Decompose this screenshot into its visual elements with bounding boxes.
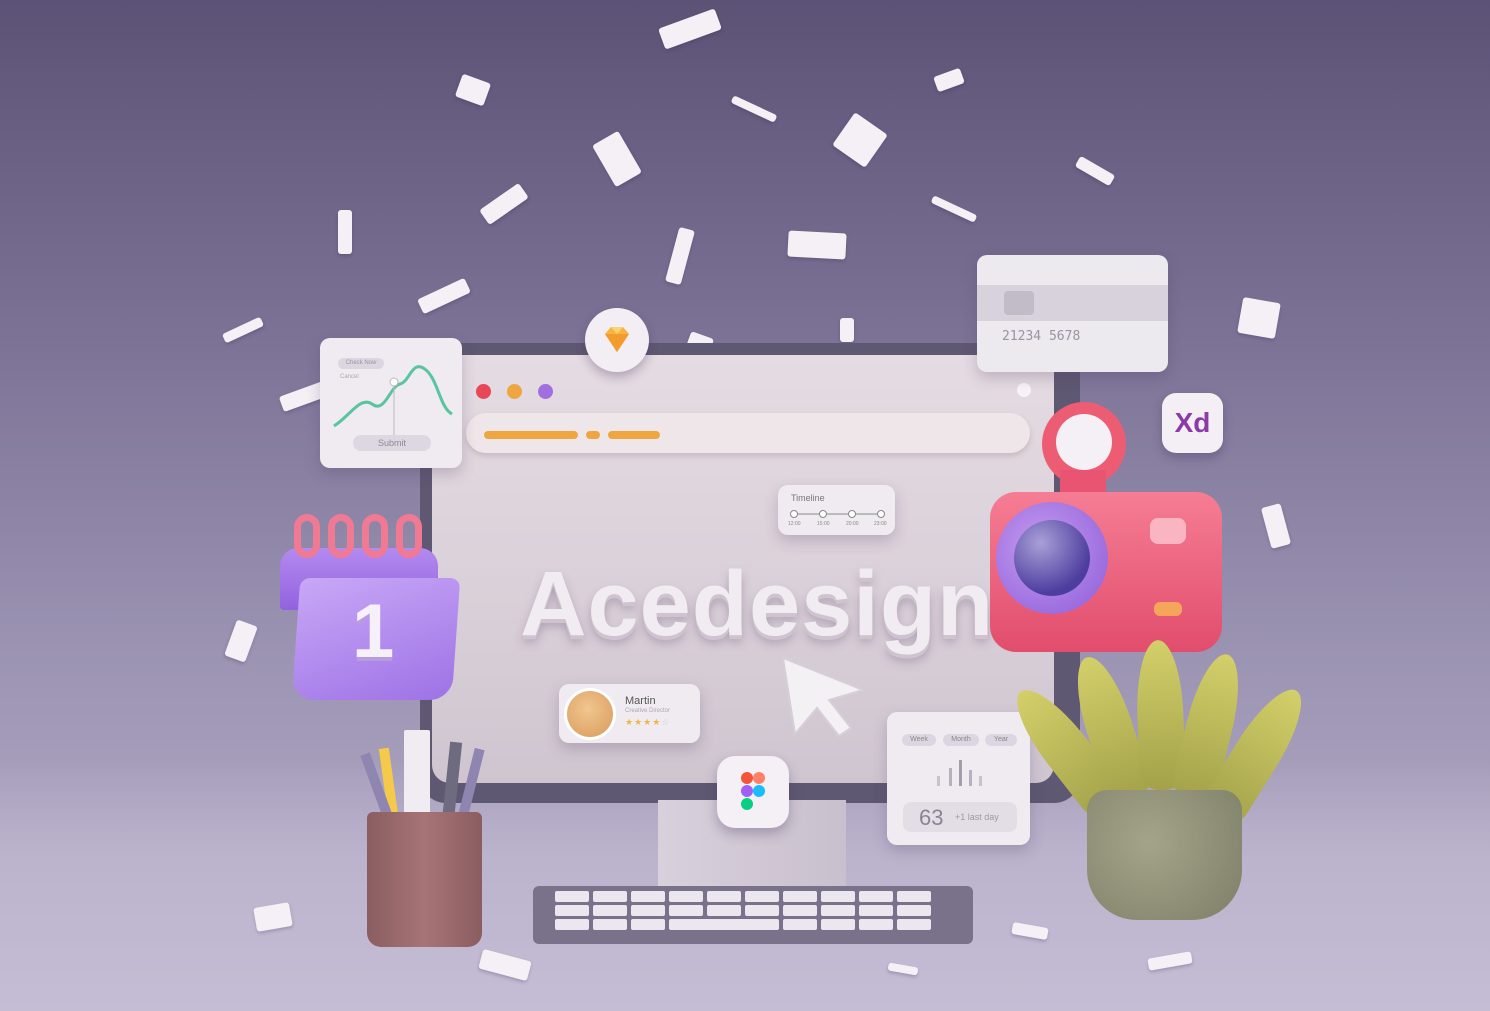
window-close-dot[interactable]	[476, 384, 491, 399]
address-bar-segment	[484, 431, 578, 439]
timeline-tick: 20:00	[846, 521, 859, 527]
ruler	[404, 730, 430, 822]
bar-chart-icon	[937, 760, 982, 786]
timeline-tick: 15:00	[817, 521, 830, 527]
timeline-card: Timeline 12:00 15:00 20:00 23:00	[778, 485, 895, 535]
stats-delta: +1 last day	[955, 812, 999, 822]
sketch-badge[interactable]	[585, 308, 649, 372]
camera-lens-glass	[1014, 520, 1090, 596]
tab-month[interactable]: Month	[943, 734, 979, 746]
cup	[367, 812, 482, 947]
sketch-diamond-icon	[605, 327, 629, 352]
profile-role: Creative Director	[625, 708, 671, 714]
cursor-arrow-icon	[781, 656, 867, 738]
calendar-day: 1	[352, 589, 395, 674]
stats-value: 63	[919, 805, 944, 830]
figma-icon	[741, 772, 765, 810]
address-bar-segment	[586, 431, 600, 439]
chart-card: Check Now Cancel Submit	[320, 338, 462, 468]
window-minimize-dot[interactable]	[507, 384, 522, 399]
timeline-title: Timeline	[791, 493, 825, 503]
address-bar-segment	[608, 431, 660, 439]
timeline-track-icon	[790, 510, 885, 518]
line-chart-icon	[333, 365, 453, 436]
plant-pot	[1087, 790, 1242, 920]
camera-flash-lens	[1056, 414, 1112, 470]
rating-stars: ★★★★☆	[625, 717, 671, 727]
timeline-tick: 12:00	[788, 521, 801, 527]
calendar-icon: 1	[280, 514, 461, 700]
camera-viewfinder	[1150, 518, 1186, 544]
avatar	[567, 691, 613, 737]
timeline-tick: 23:00	[874, 521, 887, 527]
card-number: 21234 5678	[1002, 329, 1081, 344]
camera-button	[1154, 602, 1182, 616]
profile-name: Martin	[625, 695, 656, 707]
tab-year[interactable]: Year	[985, 734, 1017, 746]
card-chip-icon	[1004, 291, 1034, 315]
figma-badge[interactable]	[717, 756, 789, 828]
keyboard	[533, 886, 973, 944]
window-maximize-dot[interactable]	[538, 384, 553, 399]
xd-icon[interactable]: Xd	[1162, 393, 1223, 453]
hero-title: Acedesign	[520, 553, 995, 655]
stats-footer: 63 +1 last day	[903, 802, 1017, 832]
tab-week[interactable]: Week	[902, 734, 936, 746]
screen-light-dot	[1017, 383, 1031, 397]
credit-card: 21234 5678	[977, 255, 1168, 372]
submit-button[interactable]: Submit	[353, 435, 431, 451]
stats-card: Week Month Year 63 +1 last day	[887, 712, 1030, 845]
profile-card[interactable]: Martin Creative Director ★★★★☆	[559, 684, 700, 743]
